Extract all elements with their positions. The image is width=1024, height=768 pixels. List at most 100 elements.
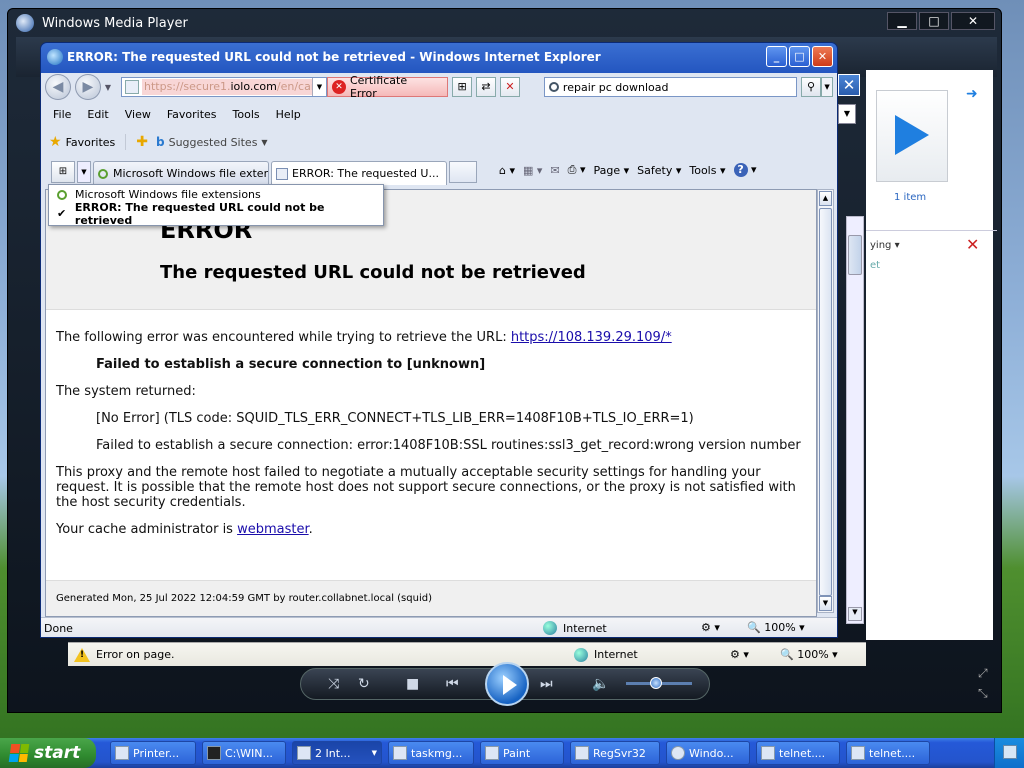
scroll-down-icon[interactable]: ▼ [819, 596, 832, 611]
scroll-down-icon[interactable]: ▼ [848, 607, 862, 621]
list-pane-close-icon[interactable]: ✕ [838, 74, 860, 96]
list-pane-dropdown-icon[interactable]: ▼ [838, 104, 856, 124]
status-message[interactable]: Error on page. [96, 648, 174, 661]
page-scrollbar[interactable]: ▲ ▼ [817, 189, 834, 613]
windows-logo-icon [8, 744, 30, 762]
new-tab-button[interactable] [449, 161, 477, 183]
favorites-star-icon: ★ [49, 134, 62, 150]
previous-icon[interactable]: ⏮ [446, 676, 459, 692]
scroll-up-icon[interactable]: ▲ [819, 191, 832, 206]
shuffle-icon[interactable]: ⤨ [328, 676, 339, 692]
taskbar-item-telnet-2[interactable]: telnet.... [846, 741, 930, 765]
taskbar-item-telnet-1[interactable]: telnet.... [756, 741, 840, 765]
refresh-button[interactable]: ⇄ [476, 77, 496, 97]
address-bar[interactable]: https://secure1.iolo.com/en/cart/ ▼ [121, 77, 327, 97]
stop-icon[interactable]: ■ [406, 676, 419, 692]
resize-grip-icon[interactable]: ⤡ [978, 686, 988, 701]
wmp-minimize-button[interactable]: ▁ [887, 12, 917, 30]
search-input[interactable]: repair pc download [543, 77, 798, 97]
feeds-icon[interactable]: ▦ ▾ [523, 164, 542, 177]
taskbar-item-wmp[interactable]: Windo... [666, 741, 750, 765]
start-button[interactable]: start [0, 738, 96, 768]
certificate-error-button[interactable]: ✕ Certificate Error [327, 74, 449, 100]
play-button[interactable] [485, 662, 529, 706]
scrollbar-thumb[interactable] [848, 235, 862, 275]
console-icon [207, 746, 221, 760]
scrollbar-thumb[interactable] [819, 208, 832, 596]
address-url[interactable]: https://secure1.iolo.com/en/cart/ [142, 79, 312, 95]
taskbar-item-taskmgr[interactable]: taskmg... [388, 741, 474, 765]
switch-to-compact-icon[interactable]: ⤢ [978, 666, 988, 681]
page-menu[interactable]: Page ▾ [593, 164, 629, 177]
read-mail-icon[interactable]: ✉ [550, 164, 559, 177]
protected-mode-icon[interactable]: ⚙ ▾ [701, 621, 720, 634]
favorites-button[interactable]: ★ Favorites [45, 134, 127, 150]
taskbar-item-cmd[interactable]: C:\WIN... [202, 741, 286, 765]
warning-icon[interactable]: ! [74, 647, 90, 662]
network-icon[interactable] [1003, 745, 1017, 759]
search-options-icon[interactable]: ▼ [821, 77, 833, 97]
safety-menu[interactable]: Safety ▾ [637, 164, 681, 177]
tab-microsoft-file-extensions[interactable]: Microsoft Windows file exten... [93, 161, 269, 185]
globe-icon [543, 621, 557, 635]
menu-help[interactable]: Help [268, 108, 309, 121]
stop-button[interactable]: ✕ [499, 77, 520, 97]
ie-maximize-button[interactable]: □ [789, 46, 810, 67]
next-icon[interactable]: ⏭ [540, 676, 553, 692]
tab-label: ERROR: The requested U... [292, 167, 439, 180]
quick-tabs-icon[interactable]: ⊞ [51, 161, 75, 183]
search-button[interactable]: ⚲ [801, 77, 822, 97]
print-icon[interactable]: ⎙ ▾ [568, 163, 586, 177]
menu-favorites[interactable]: Favorites [159, 108, 225, 121]
wmp-close-button[interactable]: ✕ [951, 12, 995, 30]
menu-file[interactable]: File [45, 108, 79, 121]
chevron-down-icon: ▼ [261, 137, 268, 147]
media-thumbnail[interactable] [876, 90, 948, 182]
list-label[interactable]: ying ▾ [870, 240, 900, 251]
back-button[interactable]: ◀ [45, 74, 71, 100]
requested-url-link[interactable]: https://108.139.29.109/* [511, 330, 672, 345]
tools-menu[interactable]: Tools ▾ [689, 164, 725, 177]
page-footer: Generated Mon, 25 Jul 2022 12:04:59 GMT … [46, 580, 816, 616]
repeat-icon[interactable]: ↻ [358, 676, 370, 692]
taskbar-item-paint[interactable]: Paint [480, 741, 564, 765]
close-tab-icon[interactable]: ✕ [445, 167, 446, 181]
favorites-label: Favorites [65, 135, 116, 149]
telnet-icon [761, 746, 775, 760]
menu-tools[interactable]: Tools [225, 108, 268, 121]
certificate-error-icon: ✕ [332, 80, 346, 94]
clear-list-icon[interactable]: ✕ [966, 235, 979, 254]
tab-list-item-current[interactable]: ✔ ERROR: The requested URL could not be … [49, 201, 383, 227]
recent-pages-icon[interactable]: ▼ [105, 83, 111, 92]
volume-knob[interactable] [650, 677, 662, 689]
webmaster-link[interactable]: webmaster [237, 522, 309, 537]
list-pane-scrollbar[interactable]: ▼ [846, 216, 864, 624]
address-dropdown-icon[interactable]: ▼ [312, 78, 326, 96]
ie-window-controls: _ □ ✕ [766, 46, 833, 67]
zoom-control[interactable]: 🔍 100% ▾ [780, 648, 838, 661]
menu-edit[interactable]: Edit [79, 108, 116, 121]
zoom-control[interactable]: 🔍 100% ▾ [747, 621, 805, 634]
task-manager-icon [393, 746, 407, 760]
arrow-right-icon[interactable]: ➜ [966, 86, 978, 102]
ie-minimize-button[interactable]: _ [766, 46, 787, 67]
taskbar-item-printer[interactable]: Printer... [110, 741, 196, 765]
wmp-maximize-button[interactable]: □ [919, 12, 949, 30]
compatibility-view-icon[interactable]: ⊞ [452, 77, 473, 97]
add-to-favorites-bar-icon[interactable]: ✚ [136, 134, 148, 150]
mute-icon[interactable]: 🔈 [592, 676, 609, 692]
wmp-app-icon [16, 14, 34, 32]
home-icon[interactable]: ⌂ ▾ [499, 164, 515, 177]
protected-mode-icon[interactable]: ⚙ ▾ [730, 648, 749, 661]
ie-close-button[interactable]: ✕ [812, 46, 833, 67]
tab-error[interactable]: ERROR: The requested U... ✕ [271, 161, 447, 185]
suggested-sites-button[interactable]: b Suggested Sites ▼ [156, 135, 268, 149]
taskbar-item-regsvr32[interactable]: RegSvr32 [570, 741, 660, 765]
help-icon[interactable]: ? ▾ [733, 163, 757, 177]
menu-view[interactable]: View [117, 108, 159, 121]
wmp-title: Windows Media Player [42, 15, 188, 31]
status-text: Done [44, 622, 73, 635]
taskbar-item-ie-group[interactable]: 2 Int... ▼ [292, 741, 382, 765]
tab-list-icon[interactable]: ▼ [77, 161, 91, 183]
forward-button[interactable]: ▶ [74, 74, 101, 100]
